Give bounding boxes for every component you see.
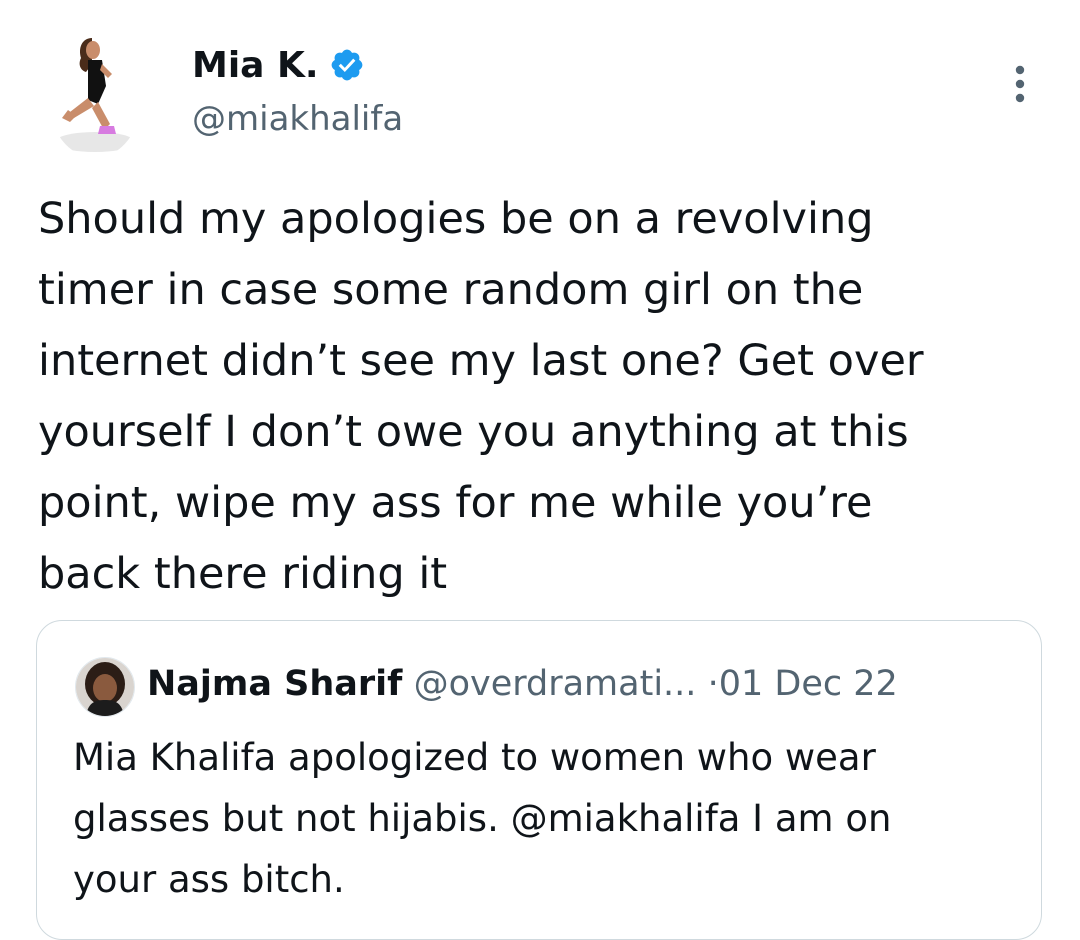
author-name-row[interactable]: Mia K. [192, 44, 365, 88]
quote-author-handle[interactable]: @overdramati... [414, 664, 697, 704]
quote-author-name[interactable]: Najma Sharif [147, 664, 402, 704]
author-avatar-image [55, 38, 135, 152]
author-name[interactable]: Mia K. [192, 45, 319, 86]
more-options-icon [1015, 65, 1025, 103]
verified-badge-icon [329, 47, 365, 83]
author-avatar[interactable] [48, 34, 142, 158]
tweet: Mia K. @miakhalifa Should my apologies b… [0, 0, 1080, 940]
quote-text: Mia Khalifa apologized to women who wear… [73, 736, 892, 901]
quoted-tweet[interactable]: Najma Sharif @overdramati... ·01 Dec 22 … [36, 620, 1042, 940]
quote-header: Najma Sharif @overdramati... ·01 Dec 22 [147, 661, 898, 707]
quote-author-avatar-image [76, 658, 134, 716]
quote-author-avatar[interactable] [75, 657, 135, 717]
tweet-text: Should my apologies be on a revolving ti… [38, 194, 924, 599]
more-options-button[interactable] [1000, 60, 1040, 110]
quote-separator: · [707, 664, 719, 704]
quote-date[interactable]: 01 Dec 22 [719, 664, 898, 704]
author-handle[interactable]: @miakhalifa [192, 98, 403, 140]
